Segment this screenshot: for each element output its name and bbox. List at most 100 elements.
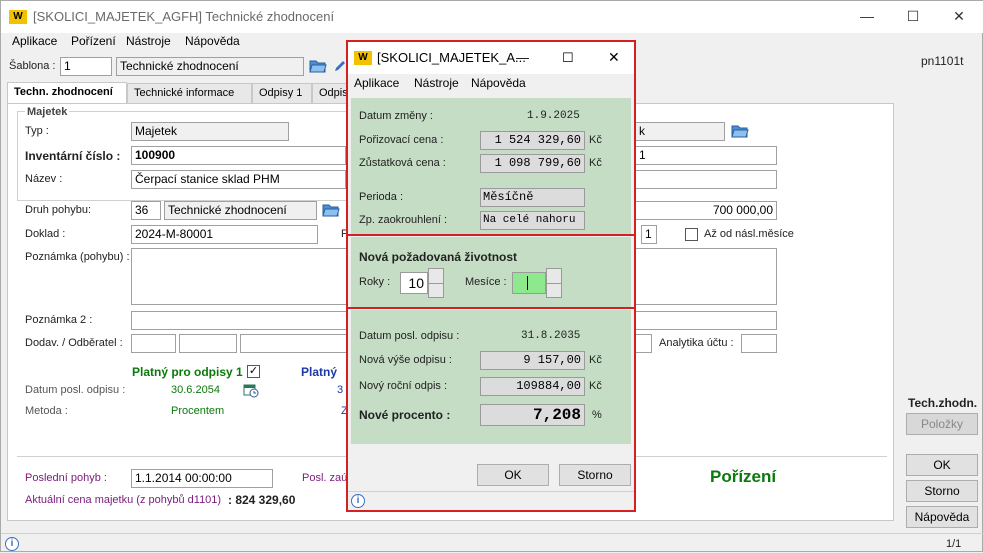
datum-zmeny-value: 1.9.2025 <box>527 110 580 122</box>
tab-odpisy-1[interactable]: Odpisy 1 <box>252 83 312 105</box>
dialog-ok-button[interactable]: OK <box>477 464 549 486</box>
analytika-label: Analytika účtu : <box>659 337 734 349</box>
folder-open-icon[interactable] <box>309 59 327 73</box>
poznamka2-field[interactable] <box>131 311 347 330</box>
small-number-field[interactable]: 1 <box>641 225 657 244</box>
text-cursor <box>527 276 528 290</box>
title-bar: W [SKOLICI_MAJETEK_AGFH] Technické zhodn… <box>1 1 983 33</box>
platny1-label: Platný pro odpisy 1 <box>132 365 243 379</box>
druh-code-field[interactable]: 36 <box>131 201 161 220</box>
dialog-maximize-button[interactable]: ☐ <box>562 50 574 66</box>
perioda-field: Měsíčně <box>480 188 585 207</box>
ok-button[interactable]: OK <box>906 454 978 476</box>
storno-button[interactable]: Storno <box>906 480 978 502</box>
menu-nastroje[interactable]: Nástroje <box>126 34 171 48</box>
zaokr-label: Zp. zaokrouhlení : <box>359 214 448 226</box>
zaokr-field: Na celé nahoru <box>480 211 585 230</box>
napoveda-button[interactable]: Nápověda <box>906 506 978 528</box>
porizeni-label: Pořízení <box>710 467 777 486</box>
dialog-minimize-button[interactable]: — <box>516 50 529 65</box>
menu-porizeni[interactable]: Pořízení <box>71 34 116 48</box>
lifetime-title: Nová požadovaná životnost <box>359 250 518 264</box>
perioda-label: Perioda : <box>359 191 404 203</box>
dialog-menu-napoveda[interactable]: Nápověda <box>471 76 526 90</box>
edit-pencil-icon[interactable] <box>333 59 345 73</box>
zustatkova-field: 1 098 799,60 <box>480 154 585 173</box>
datum-posl-col2: 3 <box>337 384 344 396</box>
typ-label: Typ : <box>25 125 49 137</box>
folder-open-icon[interactable] <box>322 203 340 217</box>
dialog-section-results: Datum posl. odpisu : 31.8.2035 Nová výše… <box>351 310 631 444</box>
app-logo-icon: W <box>9 10 27 24</box>
minimize-button[interactable]: — <box>844 1 890 33</box>
dialog-menu-aplikace[interactable]: Aplikace <box>354 76 399 90</box>
menu-napoveda[interactable]: Nápověda <box>185 34 240 48</box>
dialog-separator <box>348 234 634 236</box>
info-icon[interactable]: i <box>5 537 19 551</box>
aktualni-label: Aktuální cena majetku (z pohybů d1101) <box>25 494 222 506</box>
porizovaci-field: 1 524 329,60 <box>480 131 585 150</box>
roky-field[interactable]: 10 <box>400 272 428 294</box>
percent-label: % <box>592 409 602 421</box>
dialog-info-icon[interactable]: i <box>351 494 365 508</box>
mesice-label: Mesíce : <box>465 276 507 288</box>
right-field-3[interactable] <box>635 170 777 189</box>
dodav-extra-field[interactable] <box>635 334 652 353</box>
currency-label: Kč <box>589 157 602 169</box>
dialog-title-bar: W [SKOLICI_MAJETEK_A... — ☐ ✕ <box>348 42 634 74</box>
dialog-menu-nastroje[interactable]: Nástroje <box>414 76 459 90</box>
druh-label: Druh pohybu: <box>25 204 92 216</box>
novy-rocni-label: Nový roční odpis : <box>359 380 448 392</box>
form-code: pn1101t <box>921 54 964 68</box>
datum-posl-label: Datum posl. odpisu : <box>25 384 126 396</box>
doklad-label: Doklad : <box>25 228 66 240</box>
tech-zhodn-heading: Tech.zhodn. <box>908 396 978 410</box>
inv-label: Inventární číslo : <box>25 149 121 163</box>
right-field-2[interactable]: 1 <box>635 146 777 165</box>
posledni-label: Poslední pohyb : <box>25 472 107 484</box>
platny2-label: Platný <box>301 365 338 379</box>
mesice-field[interactable] <box>512 272 546 294</box>
maximize-button[interactable]: ☐ <box>890 1 936 33</box>
sablona-number-field[interactable]: 1 <box>60 57 112 76</box>
inv-field[interactable]: 100900 <box>131 146 346 165</box>
az-od-label: Až od násl.měsíce <box>704 228 794 240</box>
az-od-checkbox[interactable] <box>685 228 698 241</box>
dodav-ico-field[interactable] <box>179 334 237 353</box>
folder-open-icon[interactable] <box>731 124 749 138</box>
currency-label: Kč <box>589 354 602 366</box>
polozky-button[interactable]: Položky <box>906 413 978 435</box>
tab-technicke-informace[interactable]: Technické informace <box>127 83 252 105</box>
metoda-label: Metoda : <box>25 405 68 417</box>
platny1-checkbox[interactable]: ✓ <box>247 365 260 378</box>
poznamka-field[interactable] <box>131 248 347 305</box>
window-title: [SKOLICI_MAJETEK_AGFH] Technické zhodnoc… <box>33 9 335 24</box>
status-bar: i 1/1 <box>1 533 983 553</box>
dialog-separator <box>348 307 634 309</box>
dodav-code-field[interactable] <box>131 334 176 353</box>
amount-field[interactable]: 700 000,00 <box>635 201 777 220</box>
dialog-storno-button[interactable]: Storno <box>559 464 631 486</box>
nazev-field[interactable]: Čerpací stanice sklad PHM <box>131 170 346 189</box>
menu-aplikace[interactable]: Aplikace <box>12 34 57 48</box>
zivotnost-dialog: W [SKOLICI_MAJETEK_A... — ☐ ✕ Aplikace N… <box>346 40 636 512</box>
close-button[interactable]: ✕ <box>936 1 982 33</box>
sablona-name-field: Technické zhodnocení <box>116 57 304 76</box>
zustatkova-label: Zůstatková cena : <box>359 157 446 169</box>
poznamka-field-right[interactable] <box>635 248 777 305</box>
posl-zau-label: Posl. zaú <box>302 472 348 484</box>
doklad-field[interactable]: 2024-M-80001 <box>131 225 318 244</box>
currency-label: Kč <box>589 380 602 392</box>
dialog-close-button[interactable]: ✕ <box>608 49 620 66</box>
nazev-label: Název : <box>25 173 63 185</box>
poznamka-label: Poznámka (pohybu) : <box>25 251 130 263</box>
dodav-name-field[interactable] <box>240 334 347 353</box>
poznamka2-field-right[interactable] <box>635 311 777 330</box>
dodav-label: Dodav. / Odběratel : <box>25 337 123 349</box>
analytika-field[interactable] <box>741 334 777 353</box>
calendar-clock-icon[interactable] <box>243 382 259 398</box>
nove-procento-label: Nové procento : <box>359 408 451 422</box>
datum-posl-odpisu-value: 31.8.2035 <box>521 330 581 342</box>
datum-posl-odpisu-label: Datum posl. odpisu : <box>359 330 460 342</box>
datum-posl-value: 30.6.2054 <box>171 384 220 396</box>
